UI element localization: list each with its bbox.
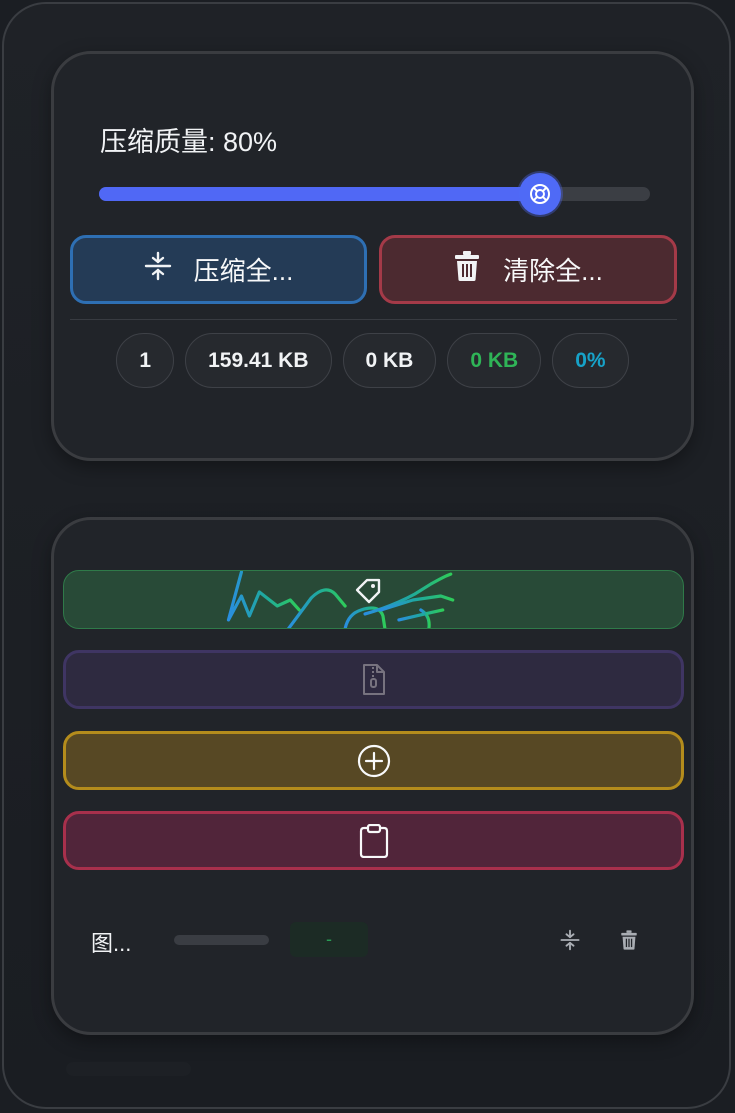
- brand-logo-icon: [226, 571, 455, 628]
- stat-saved-percent: 0%: [552, 333, 629, 388]
- trash-icon: [453, 250, 481, 289]
- file-status-badge: -: [290, 922, 368, 957]
- trash-icon: [621, 930, 637, 950]
- file-compress-button[interactable]: [556, 926, 584, 954]
- tools-panel: 图... -: [51, 517, 694, 1035]
- file-delete-button[interactable]: [615, 926, 643, 954]
- quality-slider-fill: [99, 187, 540, 201]
- stat-compressed-size: 0 KB: [342, 333, 437, 388]
- file-progress-bar: [174, 935, 269, 945]
- paste-clipboard-button[interactable]: [63, 811, 684, 870]
- compress-all-button[interactable]: 压缩全...: [70, 235, 367, 304]
- add-files-button[interactable]: [63, 731, 684, 790]
- stat-file-count: 1: [116, 333, 175, 388]
- quality-slider[interactable]: [99, 173, 650, 215]
- zip-file-button[interactable]: [63, 650, 684, 709]
- stat-original-size: 159.41 KB: [185, 333, 332, 388]
- clear-all-button[interactable]: 清除全...: [379, 235, 677, 304]
- settings-panel: 压缩质量: 80% 压缩全... 清除全... 1 159.41 KB 0 KB…: [51, 51, 694, 461]
- lifebuoy-icon: [529, 184, 550, 204]
- file-name: 图...: [91, 931, 132, 956]
- quality-slider-thumb[interactable]: [518, 173, 561, 215]
- brand-tool-button[interactable]: [63, 570, 684, 629]
- compress-icon: [560, 929, 580, 951]
- quality-label: 压缩质量: 80%: [100, 127, 278, 157]
- stats-bar: 1 159.41 KB 0 KB 0 KB 0%: [54, 333, 691, 388]
- stat-saved-size: 0 KB: [447, 333, 542, 388]
- add-circle-icon: [357, 744, 390, 777]
- file-list-item: 图... -: [54, 920, 691, 960]
- app-frame: 压缩质量: 80% 压缩全... 清除全... 1 159.41 KB 0 KB…: [2, 2, 731, 1109]
- clear-all-label: 清除全...: [503, 256, 603, 286]
- zip-file-icon: [362, 663, 385, 695]
- compress-all-label: 压缩全...: [193, 256, 294, 286]
- footer-placeholder: [66, 1062, 191, 1076]
- clipboard-icon: [359, 823, 388, 858]
- divider: [70, 319, 677, 320]
- compress-icon: [144, 251, 172, 288]
